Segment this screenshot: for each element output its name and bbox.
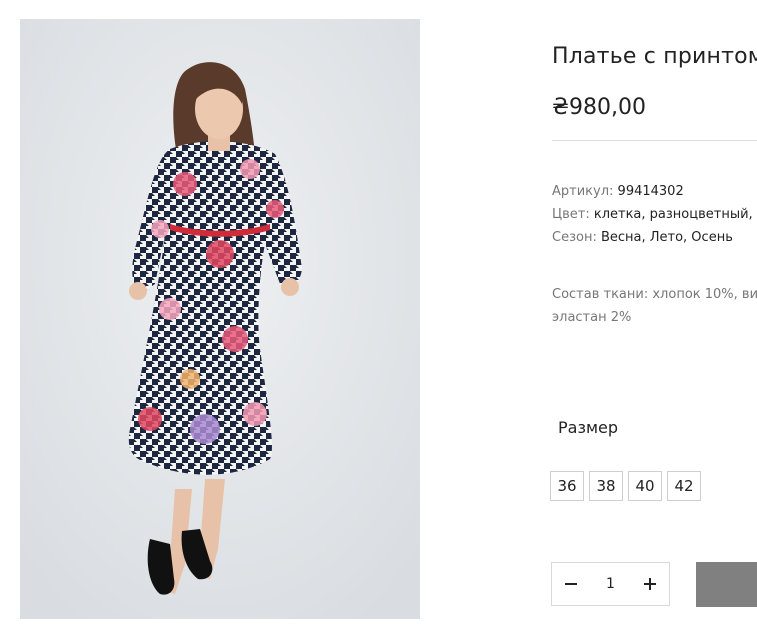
color-value: клетка, разноцветный, цветочный (593, 207, 757, 222)
season-value: Весна, Лето, Осень (600, 230, 733, 245)
size-option-42[interactable]: 42 (667, 471, 701, 501)
fabric-composition: Состав ткани: хлопок 10%, вискоза 88%, э… (552, 283, 757, 329)
quantity-increase-button[interactable] (631, 563, 669, 605)
size-option-36[interactable]: 36 (550, 471, 584, 501)
color-label: Цвет: (552, 207, 594, 222)
quantity-stepper: 1 (551, 562, 670, 606)
product-season: Сезон: Весна, Лето, Осень (552, 230, 733, 245)
size-option-38[interactable]: 38 (589, 471, 623, 501)
plus-icon (644, 578, 656, 590)
size-option-40[interactable]: 40 (628, 471, 662, 501)
product-title: Платье с принтом (552, 44, 757, 69)
size-options: 36 38 40 42 (550, 471, 701, 501)
season-label: Сезон: (552, 230, 601, 245)
minus-icon (565, 583, 577, 585)
product-sku: Артикул: 99414302 (552, 184, 684, 199)
product-page: Платье с принтом ₴980,00 Артикул: 994143… (0, 0, 757, 639)
quantity-decrease-button[interactable] (552, 563, 590, 605)
size-label: Размер (558, 418, 619, 437)
product-price: ₴980,00 (552, 95, 647, 120)
sku-value: 99414302 (617, 184, 684, 199)
product-color: Цвет: клетка, разноцветный, цветочный (552, 207, 757, 222)
quantity-value[interactable]: 1 (596, 576, 626, 592)
product-photo[interactable] (20, 19, 420, 619)
sku-label: Артикул: (552, 184, 618, 199)
add-to-cart-button[interactable] (696, 562, 757, 607)
composition-line-2: эластан 2% (552, 310, 632, 325)
model-dress-illustration (20, 19, 420, 619)
composition-line-1: Состав ткани: хлопок 10%, вискоза 88%, (552, 287, 757, 302)
price-divider (552, 140, 757, 141)
